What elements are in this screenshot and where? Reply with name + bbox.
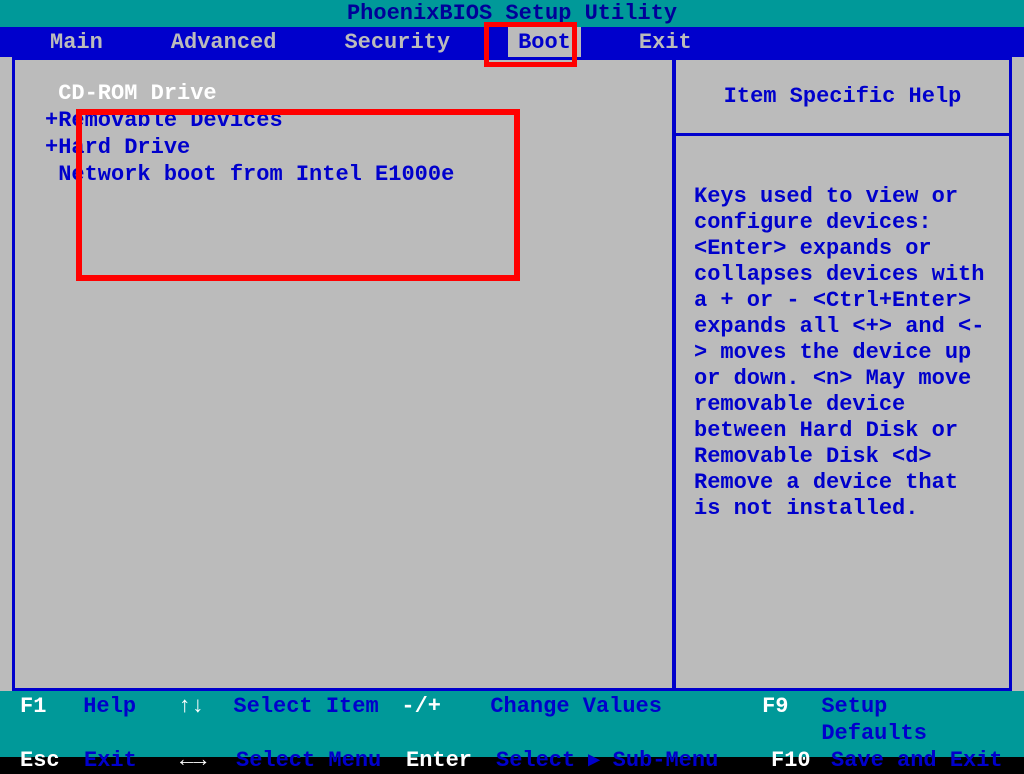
key-updown[interactable]: ↑↓ <box>178 693 233 747</box>
key-enter[interactable]: Enter <box>406 747 496 774</box>
label-select-menu: Select Menu <box>236 747 406 774</box>
boot-item-cdrom[interactable]: CD-ROM Drive <box>45 80 642 107</box>
key-f9[interactable]: F9 <box>762 693 821 747</box>
menu-boot[interactable]: Boot <box>508 27 581 57</box>
label-setup-defaults: Setup Defaults <box>821 693 1004 747</box>
boot-item-label: Hard Drive <box>58 135 190 160</box>
submenu-arrow-icon: ▸ <box>588 748 599 773</box>
footer-keybinds: F1 Help ↑↓ Select Item -/+ Change Values… <box>0 691 1024 747</box>
help-title: Item Specific Help <box>676 60 1009 136</box>
help-body: Keys used to view or configure devices: … <box>676 136 1009 688</box>
menu-main[interactable]: Main <box>40 27 113 57</box>
label-select-submenu: Select ▸ Sub-Menu <box>496 747 771 774</box>
label-help: Help <box>83 693 178 747</box>
help-panel: Item Specific Help Keys used to view or … <box>674 57 1012 691</box>
label-select-item: Select Item <box>233 693 401 747</box>
menu-security[interactable]: Security <box>334 27 460 57</box>
key-plusminus[interactable]: -/+ <box>401 693 490 747</box>
boot-item-network[interactable]: Network boot from Intel E1000e <box>45 161 642 188</box>
boot-item-label: CD-ROM Drive <box>58 81 216 106</box>
key-leftright[interactable]: ←→ <box>180 747 236 774</box>
boot-item-label: Removable Devices <box>58 108 282 133</box>
bios-title: PhoenixBIOS Setup Utility <box>0 0 1024 27</box>
label-save-exit: Save and Exit <box>831 747 1003 774</box>
key-esc[interactable]: Esc <box>20 747 84 774</box>
key-f10[interactable]: F10 <box>771 747 831 774</box>
menu-advanced[interactable]: Advanced <box>161 27 287 57</box>
menu-exit[interactable]: Exit <box>629 27 702 57</box>
boot-order-panel: CD-ROM Drive +Removable Devices +Hard Dr… <box>12 57 674 691</box>
boot-item-hard-drive[interactable]: +Hard Drive <box>45 134 642 161</box>
boot-item-removable[interactable]: +Removable Devices <box>45 107 642 134</box>
boot-order-list[interactable]: CD-ROM Drive +Removable Devices +Hard Dr… <box>45 80 642 188</box>
label-change-values: Change Values <box>490 693 762 747</box>
boot-item-label: Network boot from Intel E1000e <box>58 162 454 187</box>
key-f1[interactable]: F1 <box>20 693 83 747</box>
menu-bar: Main Advanced Security Boot Exit <box>0 27 1024 57</box>
label-exit: Exit <box>84 747 180 774</box>
